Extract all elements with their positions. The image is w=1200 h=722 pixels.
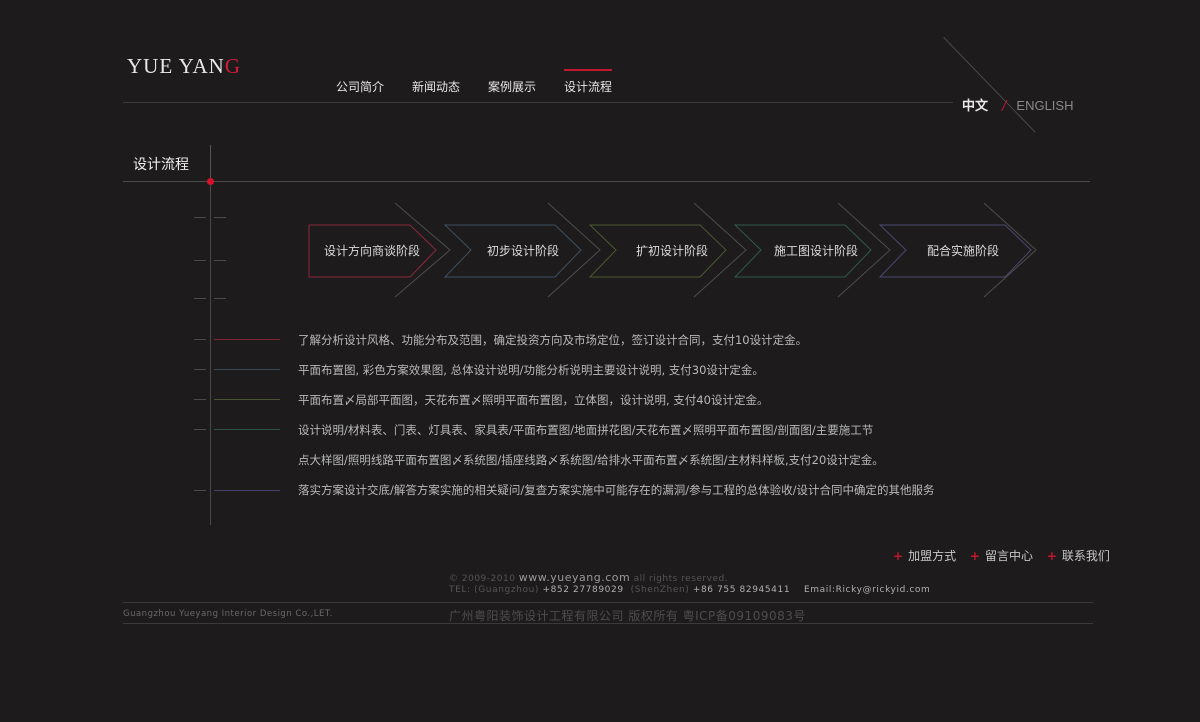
timeline-tick [194, 298, 206, 299]
site-logo[interactable]: YUE YANG [127, 54, 241, 79]
process-stages: 设计方向商谈阶段 初步设计阶段 扩初设计阶段 施工图设计阶段 配合实施阶段 [300, 200, 1040, 304]
contact-line: TEL: (Guangzhou) +852 27789029 (ShenZhen… [449, 585, 930, 595]
nav-item-about[interactable]: 公司简介 [336, 76, 384, 95]
footer-link-contact[interactable]: 联系我们 [1062, 549, 1110, 563]
main-nav: 公司简介 新闻动态 案例展示 设计流程 [336, 69, 640, 95]
decorative-diagonal [943, 37, 1036, 133]
timeline-tick [194, 339, 206, 340]
desc-connector-4 [214, 429, 280, 430]
desc-connector-5 [214, 490, 280, 491]
lang-chinese-link[interactable]: 中文 [962, 99, 988, 114]
stage-label-4[interactable]: 施工图设计阶段 [756, 242, 876, 259]
nav-item-news[interactable]: 新闻动态 [412, 76, 460, 95]
desc-connector-1 [214, 339, 280, 340]
company-name-en: Guangzhou Yueyang Interior Design Co.,LE… [123, 609, 333, 619]
site-url[interactable]: www.yueyang.com [519, 571, 630, 584]
company-name-cn: 广州粤阳装饰设计工程有限公司 版权所有 粤ICP备09109083号 [449, 609, 806, 623]
timeline-tick [194, 490, 206, 491]
copyright-line: © 2009-2010 www.yueyang.com all rights r… [449, 571, 728, 584]
stage-description-3: 平面布置〆局部平面图，天花布置〆照明平面布置图，立体图，设计说明, 支付40设计… [298, 393, 769, 407]
logo-text: YUE YAN [127, 54, 225, 78]
timeline-tick [214, 298, 226, 299]
plus-icon: + [969, 549, 980, 563]
phone-guangzhou: +852 27789029 [542, 585, 624, 595]
tel-label: TEL: [449, 585, 471, 595]
timeline-tick [214, 217, 226, 218]
plus-icon: + [1046, 549, 1057, 563]
phone-shenzhen: +86 755 82945411 [692, 585, 791, 595]
timeline-tick [214, 260, 226, 261]
footer-link-join[interactable]: 加盟方式 [908, 549, 956, 563]
nav-item-design-process[interactable]: 设计流程 [564, 69, 613, 95]
language-switcher: 中文 / ENGLISH [962, 95, 1073, 114]
stage-description-1: 了解分析设计风格、功能分布及范围，确定投资方向及市场定位，签订设计合同，支付10… [298, 333, 808, 347]
stage-label-1[interactable]: 设计方向商谈阶段 [312, 242, 432, 259]
title-divider [210, 145, 211, 181]
footer-link-messages[interactable]: 留言中心 [985, 549, 1033, 563]
footer-divider-top [123, 602, 1093, 603]
timeline-tick [194, 429, 206, 430]
stage-description-2: 平面布置图, 彩色方案效果图, 总体设计说明/功能分析说明主要设计说明, 支付3… [298, 363, 764, 377]
section-rule [123, 181, 1090, 182]
stage-description-4: 设计说明/材料表、门表、灯具表、家具表/平面布置图/地面拼花图/天花布置〆照明平… [298, 423, 874, 437]
desc-connector-3 [214, 399, 280, 400]
city-guangzhou: (Guangzhou) [474, 585, 539, 595]
footer-divider-bottom [123, 623, 1093, 624]
city-shenzhen: (ShenZhen) [630, 585, 690, 595]
lang-english-link[interactable]: ENGLISH [1016, 98, 1073, 113]
timeline-tick [194, 260, 206, 261]
timeline-tick [194, 369, 206, 370]
stage-label-2[interactable]: 初步设计阶段 [463, 242, 583, 259]
nav-item-cases[interactable]: 案例展示 [488, 76, 536, 95]
timeline-tick [194, 217, 206, 218]
rights-text: all rights reserved. [633, 574, 729, 584]
stage-label-3[interactable]: 扩初设计阶段 [612, 242, 732, 259]
stage-description-5: 落实方案设计交底/解答方案实施的相关疑问/复查方案实施中可能存在的漏洞/参与工程… [298, 483, 935, 497]
timeline-marker [207, 178, 214, 185]
stage-description-4-cont: 点大样图/照明线路平面布置图〆系统图/插座线路〆系统图/给排水平面布置〆系统图/… [298, 453, 884, 467]
timeline-tick [194, 399, 206, 400]
copyright-years: © 2009-2010 [449, 574, 516, 584]
stage-label-5[interactable]: 配合实施阶段 [903, 242, 1023, 259]
logo-accent-letter: G [224, 54, 241, 78]
footer-links: + 加盟方式 + 留言中心 + 联系我们 [893, 547, 1110, 564]
plus-icon: + [893, 549, 904, 563]
timeline-line [210, 185, 211, 525]
page-title: 设计流程 [133, 157, 189, 173]
email-address[interactable]: Email:Ricky@rickyid.com [804, 585, 930, 595]
desc-connector-2 [214, 369, 280, 370]
lang-separator: / [1002, 99, 1007, 114]
header-divider [123, 102, 953, 103]
